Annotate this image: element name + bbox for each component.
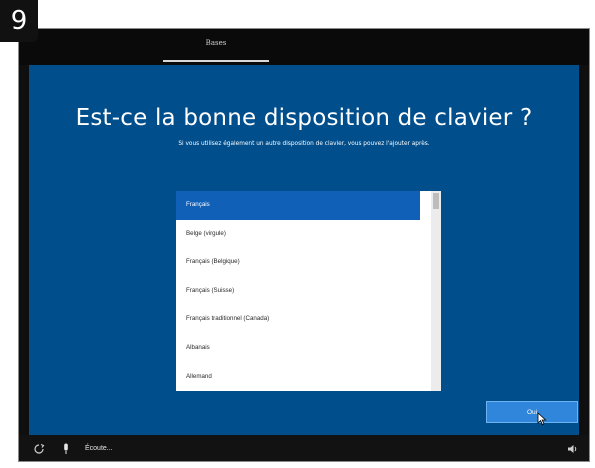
- microphone-icon[interactable]: [61, 443, 71, 455]
- setup-screen: Bases Est-ce la bonne disposition de cla…: [18, 28, 590, 462]
- list-item-allemand[interactable]: Allemand: [176, 363, 420, 391]
- page-subtitle: Si vous utilisez également un autre disp…: [178, 141, 430, 147]
- oui-button[interactable]: Oui: [486, 401, 578, 423]
- step-number-badge: 9: [0, 0, 38, 42]
- scrollbar-thumb[interactable]: [433, 193, 439, 209]
- page-title: Est-ce la bonne disposition de clavier ?: [75, 105, 533, 131]
- top-bar: Bases: [19, 29, 589, 65]
- page: 9 Bases Est-ce la bonne disposition de c…: [0, 0, 595, 468]
- list-scrollbar[interactable]: [431, 191, 441, 391]
- tab-underline: [163, 60, 269, 62]
- keyboard-layout-list[interactable]: Français Belge (virgule) Français (Belgi…: [176, 191, 441, 391]
- list-item-albanais[interactable]: Albanais: [176, 334, 420, 363]
- list-item-francais[interactable]: Français: [176, 191, 420, 220]
- list-item-francais-suisse[interactable]: Français (Suisse): [176, 277, 420, 306]
- mouse-cursor-icon: [537, 412, 547, 426]
- listening-status: Écoute...: [85, 445, 113, 452]
- main-panel: Est-ce la bonne disposition de clavier ?…: [29, 65, 579, 435]
- volume-icon[interactable]: [567, 443, 579, 455]
- list-item-francais-traditionnel-canada[interactable]: Français traditionnel (Canada): [176, 305, 420, 334]
- accessibility-icon[interactable]: [33, 443, 45, 455]
- list-item-francais-belgique[interactable]: Français (Belgique): [176, 248, 420, 277]
- bottom-bar: Écoute...: [19, 435, 589, 461]
- tab-bases: Bases: [205, 39, 227, 47]
- list-item-belge-virgule[interactable]: Belge (virgule): [176, 220, 420, 249]
